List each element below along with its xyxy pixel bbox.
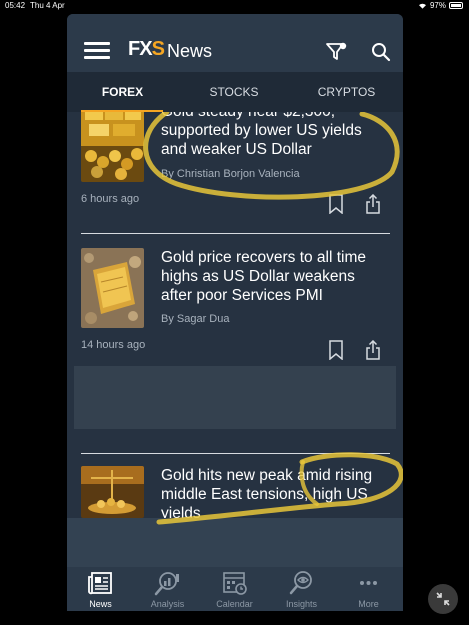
bookmark-icon[interactable] <box>328 340 344 360</box>
article-age: 14 hours ago <box>81 339 146 351</box>
bookmark-icon[interactable] <box>328 194 344 214</box>
filter-icon[interactable] <box>325 42 347 62</box>
article-author: By Sagar Dua <box>161 313 230 325</box>
article-headline[interactable]: Gold price recovers to all time highs as… <box>161 248 390 305</box>
article-author: By Christian Borjon Valencia <box>161 168 300 180</box>
news-article[interactable]: Gold price recovers to all time highs as… <box>81 248 390 374</box>
status-bar: 05:42 Thu 4 Apr 97% <box>0 0 469 12</box>
hamburger-menu-icon[interactable] <box>84 42 110 60</box>
nav-calendar[interactable]: Calendar <box>201 567 268 611</box>
fxs-logo: FXS <box>128 38 165 60</box>
nav-label: Insights <box>285 599 318 609</box>
ad-placeholder[interactable] <box>74 366 396 429</box>
article-thumbnail-gold-bars <box>81 112 144 182</box>
share-icon[interactable] <box>365 194 381 214</box>
news-article[interactable]: Gold steady near $2,300, supported by lo… <box>81 112 390 236</box>
calendar-icon <box>223 572 247 595</box>
battery-percent: 97% <box>429 1 446 10</box>
nav-label: More <box>358 599 379 609</box>
tab-cryptos[interactable]: CRYPTOS <box>290 85 403 99</box>
nav-label: News <box>89 599 112 609</box>
article-headline[interactable]: Gold hits new peak amid rising middle Ea… <box>161 466 390 523</box>
wifi-icon <box>418 3 426 9</box>
newspaper-icon <box>88 572 112 595</box>
battery-icon <box>449 2 463 9</box>
article-headline[interactable]: Gold steady near $2,300, supported by lo… <box>161 112 390 159</box>
article-age: 6 hours ago <box>81 193 140 205</box>
article-divider <box>81 453 390 454</box>
top-bar: FXS News <box>67 14 403 72</box>
status-time: 05:42 <box>5 1 26 10</box>
nav-insights[interactable]: Insights <box>268 567 335 611</box>
share-icon[interactable] <box>365 340 381 360</box>
collapse-arrows-icon <box>436 592 450 606</box>
article-divider <box>81 233 390 234</box>
nav-label: Calendar <box>216 599 253 609</box>
page-title: News <box>167 41 213 61</box>
search-icon[interactable] <box>371 42 391 62</box>
category-tabs: FOREX STOCKS CRYPTOS <box>67 72 403 112</box>
bottom-navigation: News Analysis Calendar Insights More <box>67 567 403 611</box>
status-right: 97% <box>418 1 463 10</box>
insights-icon <box>289 571 312 595</box>
nav-analysis[interactable]: Analysis <box>134 567 201 611</box>
collapse-window-button[interactable] <box>428 584 458 614</box>
more-icon <box>360 581 377 585</box>
nav-news[interactable]: News <box>67 567 134 611</box>
app-window: FXS News FOREX STOCKS CRYPTOS supported … <box>67 14 403 611</box>
article-thumbnail-gold-bar <box>81 248 144 328</box>
tab-stocks[interactable]: STOCKS <box>178 85 290 99</box>
lower-panel <box>67 518 403 567</box>
news-feed[interactable]: Gold steady near $2,300, supported by lo… <box>67 112 403 567</box>
analysis-icon <box>154 572 179 596</box>
nav-more[interactable]: More <box>335 567 402 611</box>
tab-forex[interactable]: FOREX <box>67 85 178 99</box>
article-thumbnail-gold-scale <box>81 466 144 518</box>
status-date: Thu 4 Apr <box>30 1 65 10</box>
nav-label: Analysis <box>150 599 185 609</box>
